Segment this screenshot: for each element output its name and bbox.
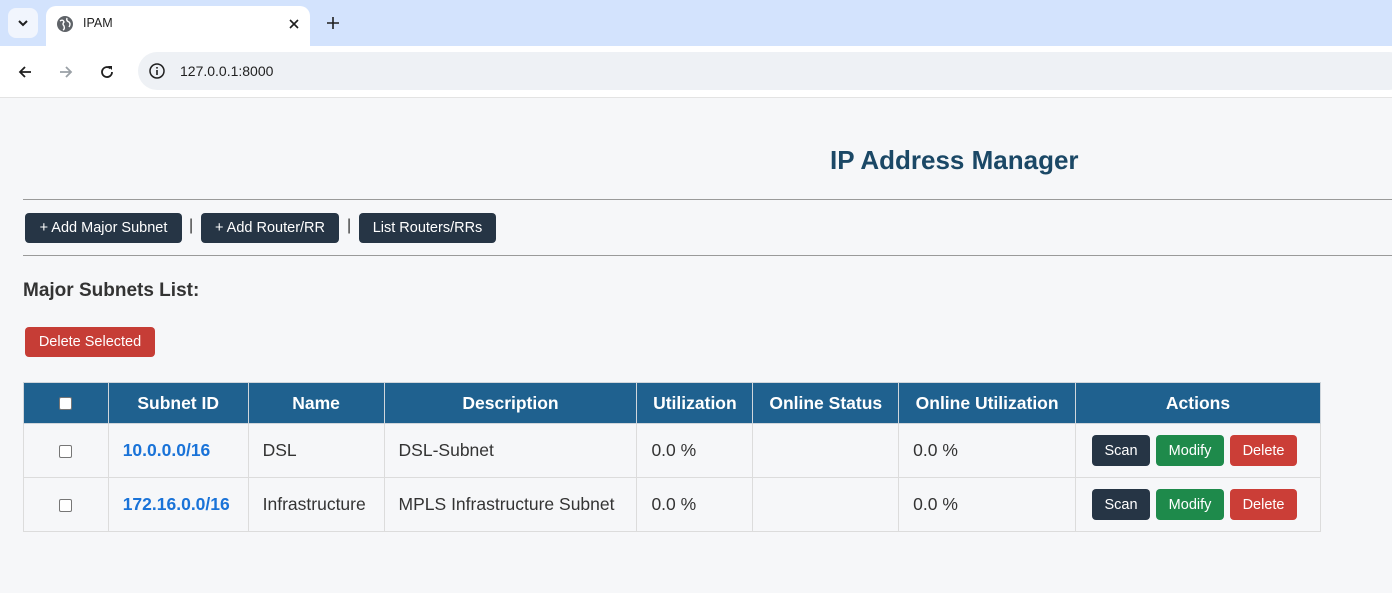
- close-icon: [289, 19, 299, 29]
- header-online-status: Online Status: [752, 382, 900, 424]
- list-routers-button[interactable]: List Routers/RRs: [359, 213, 496, 243]
- subnet-link[interactable]: 172.16.0.0/16: [123, 494, 230, 514]
- actions-cell: Scan Modify Delete: [1075, 477, 1321, 532]
- table-row: 172.16.0.0/16 Infrastructure MPLS Infras…: [23, 477, 1321, 532]
- globe-icon: [57, 16, 73, 32]
- scan-button[interactable]: Scan: [1092, 435, 1151, 466]
- online-utilization-cell: 0.0 %: [898, 477, 1077, 532]
- back-arrow-icon: [18, 66, 31, 78]
- delete-button[interactable]: Delete: [1230, 435, 1298, 466]
- name-cell: Infrastructure: [247, 477, 385, 532]
- table-header-row: Subnet ID Name Description Utilization O…: [23, 382, 1321, 424]
- add-major-subnet-button[interactable]: + Add Major Subnet: [25, 213, 182, 243]
- header-name: Name: [247, 382, 385, 424]
- row-select-cell: [23, 423, 109, 478]
- forward-button[interactable]: [52, 58, 80, 86]
- add-router-button[interactable]: + Add Router/RR: [201, 213, 339, 243]
- browser-toolbar: 127.0.0.1:8000: [0, 46, 1392, 98]
- row-checkbox[interactable]: [59, 498, 73, 512]
- reload-icon: [101, 66, 113, 78]
- page-title: IP Address Manager: [830, 145, 1079, 175]
- description-cell: MPLS Infrastructure Subnet: [383, 477, 638, 532]
- forward-arrow-icon: [60, 66, 73, 78]
- info-icon[interactable]: [148, 62, 166, 80]
- row-select-cell: [23, 477, 109, 532]
- header-subnet-id: Subnet ID: [107, 382, 249, 424]
- table-row: 10.0.0.0/16 DSL DSL-Subnet 0.0 % 0.0 % S…: [23, 423, 1321, 478]
- new-tab-button[interactable]: [320, 10, 346, 36]
- row-checkbox[interactable]: [59, 444, 73, 458]
- online-status-cell: [752, 423, 900, 478]
- subnet-id-cell: 10.0.0.0/16: [107, 423, 249, 478]
- modify-button[interactable]: Modify: [1156, 435, 1225, 466]
- delete-button[interactable]: Delete: [1230, 489, 1298, 520]
- online-status-cell: [752, 477, 900, 532]
- utilization-cell: 0.0 %: [636, 423, 754, 478]
- url-text: 127.0.0.1:8000: [180, 63, 274, 79]
- section-title: Major Subnets List:: [23, 280, 200, 301]
- divider: [23, 255, 1392, 256]
- delete-selected-button[interactable]: Delete Selected: [25, 327, 155, 357]
- select-all-checkbox[interactable]: [59, 397, 73, 411]
- description-cell: DSL-Subnet: [383, 423, 638, 478]
- back-button[interactable]: [11, 58, 39, 86]
- name-cell: DSL: [247, 423, 385, 478]
- separator: |: [347, 217, 352, 234]
- utilization-cell: 0.0 %: [636, 477, 754, 532]
- subnet-id-cell: 172.16.0.0/16: [107, 477, 249, 532]
- reload-button[interactable]: [93, 58, 121, 86]
- plus-icon: [327, 17, 339, 29]
- select-all-cell: [23, 382, 109, 424]
- actions-cell: Scan Modify Delete: [1075, 423, 1321, 478]
- separator: |: [189, 217, 194, 234]
- tab-search-button[interactable]: [8, 8, 38, 38]
- header-online-utilization: Online Utilization: [898, 382, 1077, 424]
- address-bar[interactable]: 127.0.0.1:8000: [138, 52, 1392, 90]
- tab-close-button[interactable]: [282, 12, 306, 36]
- modify-button[interactable]: Modify: [1156, 489, 1225, 520]
- header-utilization: Utilization: [636, 382, 754, 424]
- browser-tab[interactable]: IPAM: [46, 6, 310, 46]
- subnets-table: Subnet ID Name Description Utilization O…: [23, 382, 1321, 532]
- header-description: Description: [383, 382, 638, 424]
- browser-tabstrip: IPAM: [0, 0, 1392, 46]
- tab-title: IPAM: [83, 16, 113, 30]
- chevron-down-icon: [18, 20, 28, 27]
- scan-button[interactable]: Scan: [1092, 489, 1151, 520]
- header-actions: Actions: [1075, 382, 1321, 424]
- online-utilization-cell: 0.0 %: [898, 423, 1077, 478]
- subnet-link[interactable]: 10.0.0.0/16: [123, 440, 211, 460]
- divider: [23, 199, 1392, 200]
